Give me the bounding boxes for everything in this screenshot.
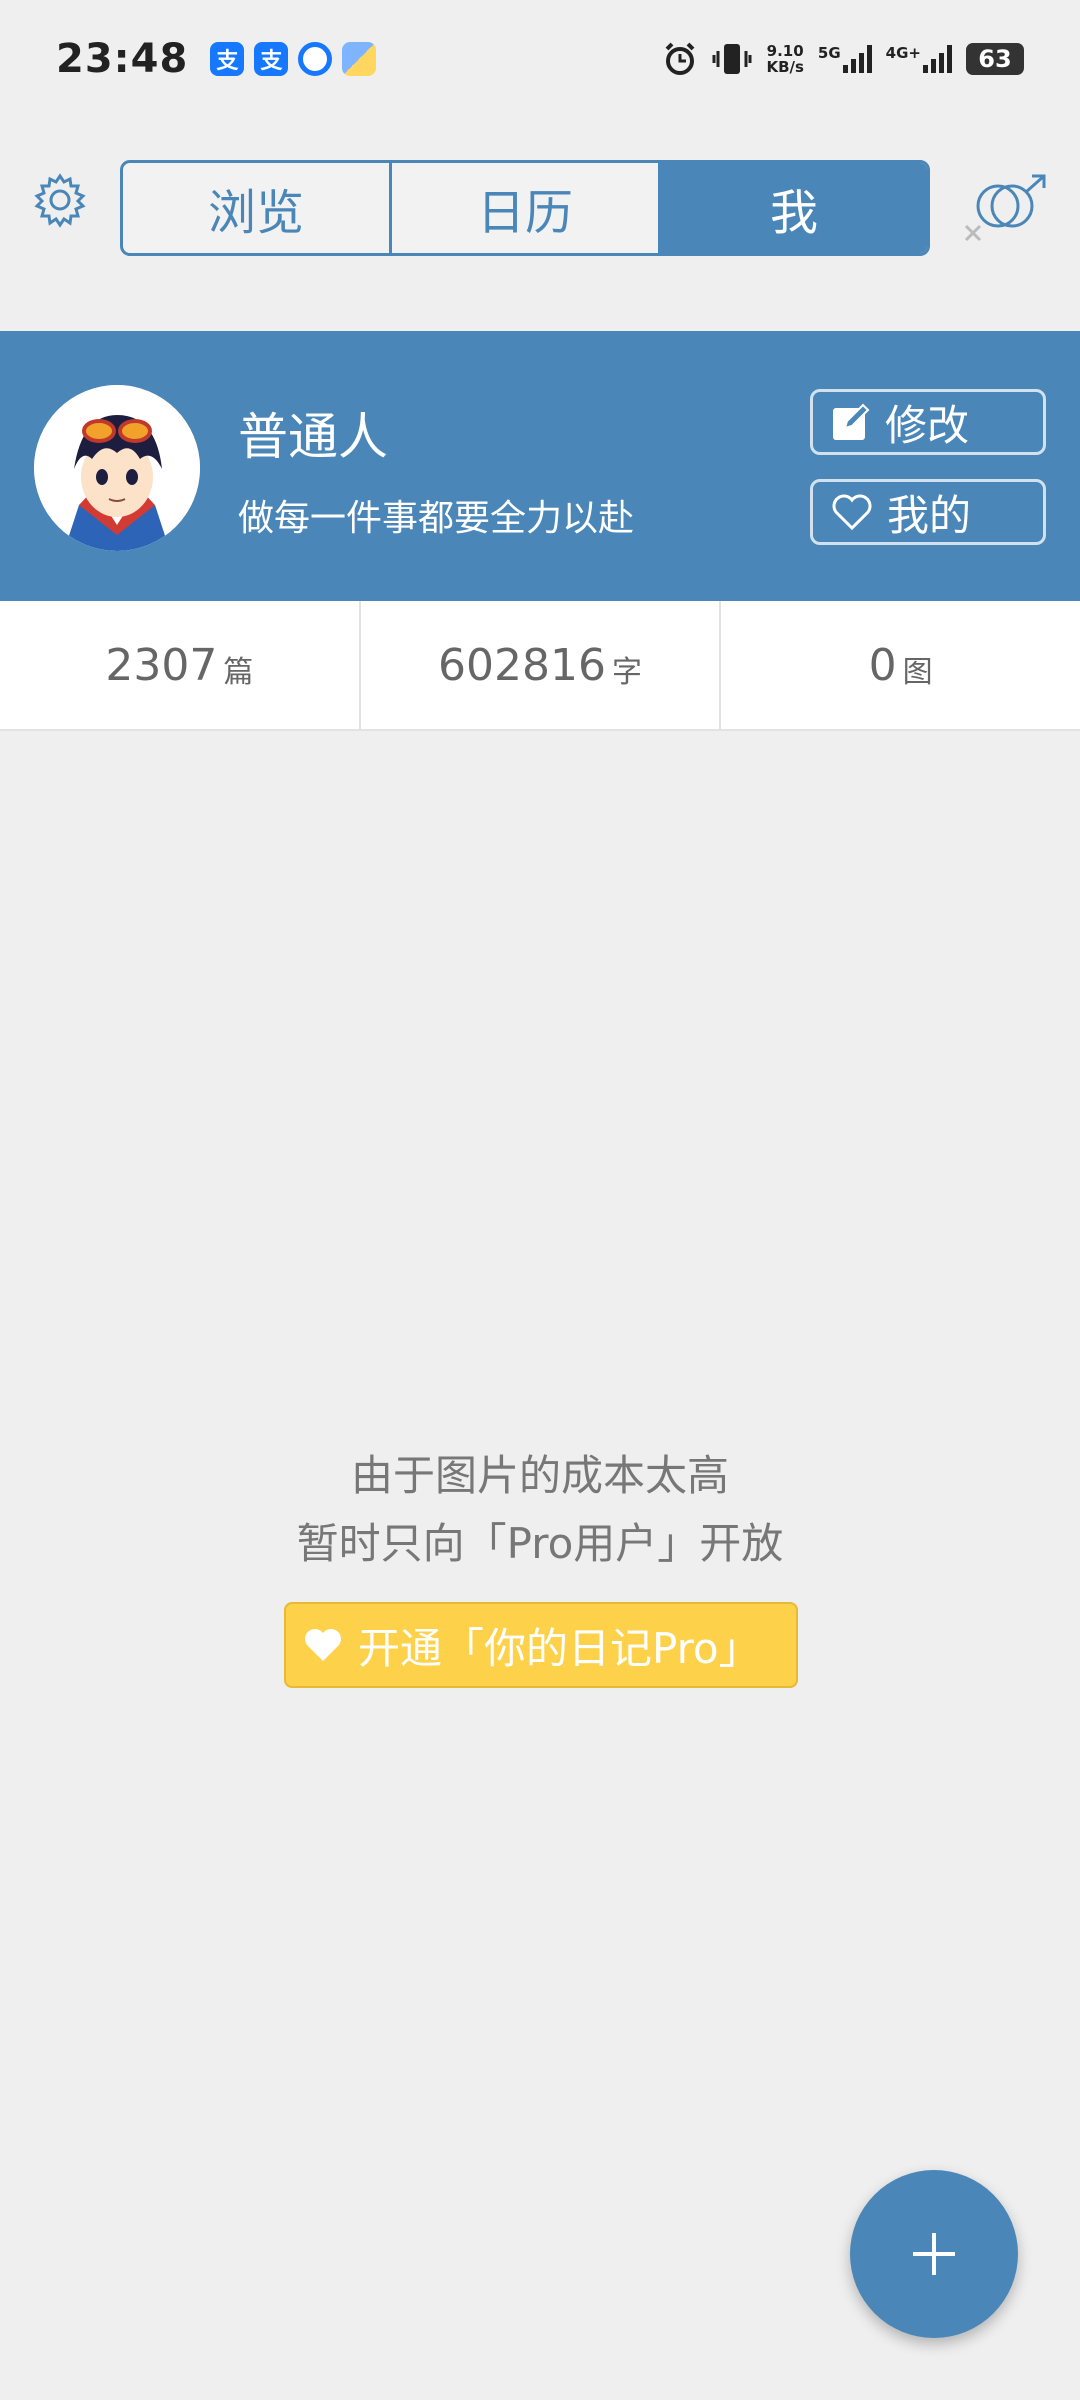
my-favorites-label: 我的 bbox=[887, 490, 972, 540]
doc-icon bbox=[342, 42, 377, 76]
upgrade-pro-button[interactable]: 开通「你的日记Pro」 bbox=[284, 1602, 798, 1688]
message-line-1: 由于图片的成本太高 bbox=[350, 1451, 729, 1500]
stat-unit: 篇 bbox=[223, 655, 254, 690]
avatar-image bbox=[34, 385, 200, 551]
upgrade-pro-label: 开通「你的日记Pro」 bbox=[358, 1623, 761, 1673]
signal-4g: 4G+ bbox=[886, 45, 952, 73]
stats-bar: 2307 篇 602816 字 0 图 bbox=[0, 601, 1080, 731]
message-line-2: 暂时只向「Pro用户」开放 bbox=[296, 1519, 784, 1568]
gender-icon[interactable] bbox=[960, 174, 1050, 244]
edit-icon bbox=[833, 403, 870, 440]
alipay-icon: 支 bbox=[210, 42, 245, 76]
top-header: 浏览 日历 我 bbox=[0, 150, 1080, 260]
gear-icon[interactable] bbox=[32, 172, 88, 228]
stat-value: 2307 bbox=[105, 639, 218, 691]
stat-unit: 字 bbox=[611, 655, 642, 690]
tab-calendar[interactable]: 日历 bbox=[392, 163, 661, 253]
tab-browse[interactable]: 浏览 bbox=[123, 163, 392, 253]
add-entry-button[interactable] bbox=[850, 2170, 1018, 2338]
edit-profile-button[interactable]: 修改 bbox=[810, 389, 1046, 455]
signal-5g: 5G bbox=[818, 45, 872, 73]
stat-entries[interactable]: 2307 篇 bbox=[0, 601, 361, 729]
stat-unit: 图 bbox=[902, 655, 933, 690]
stat-value: 602816 bbox=[438, 639, 606, 691]
tab-me[interactable]: 我 bbox=[661, 163, 927, 253]
system-icons: 9.10 KB/s 5G 4G+ 63 bbox=[662, 41, 1024, 77]
alipay-icon: 支 bbox=[254, 42, 289, 76]
signal-bars-icon bbox=[923, 45, 952, 73]
pro-only-message: 由于图片的成本太高 暂时只向「Pro用户」开放 bbox=[0, 1442, 1080, 1578]
plus-icon bbox=[913, 2233, 955, 2275]
stat-images[interactable]: 0 图 bbox=[721, 601, 1080, 729]
notification-icons: 支 支 bbox=[210, 42, 377, 76]
profile-motto: 做每一件事都要全力以赴 bbox=[238, 498, 635, 539]
avatar[interactable] bbox=[34, 385, 200, 551]
profile-card: 普通人 做每一件事都要全力以赴 修改 我的 bbox=[0, 331, 1080, 601]
battery-icon: 63 bbox=[966, 43, 1024, 75]
edit-profile-label: 修改 bbox=[885, 400, 970, 450]
my-favorites-button[interactable]: 我的 bbox=[810, 479, 1046, 545]
status-time: 23:48 bbox=[56, 36, 189, 82]
vibrate-icon bbox=[712, 44, 752, 74]
profile-name: 普通人 bbox=[238, 408, 388, 466]
network-speed: 9.10 KB/s bbox=[766, 42, 804, 76]
heart-icon bbox=[305, 1629, 341, 1661]
stat-value: 0 bbox=[868, 639, 897, 691]
alarm-icon bbox=[666, 42, 695, 75]
screen: 23:48 支 支 9.10 KB/s 5G 4G+ 63 浏览 日历 我 普通… bbox=[0, 0, 1080, 2400]
tab-bar: 浏览 日历 我 bbox=[120, 160, 930, 256]
heart-outline-icon bbox=[832, 494, 872, 531]
stat-words[interactable]: 602816 字 bbox=[361, 601, 722, 729]
browser-icon bbox=[298, 42, 333, 76]
status-bar: 23:48 支 支 9.10 KB/s 5G 4G+ 63 bbox=[0, 0, 1080, 118]
signal-bars-icon bbox=[842, 45, 872, 73]
